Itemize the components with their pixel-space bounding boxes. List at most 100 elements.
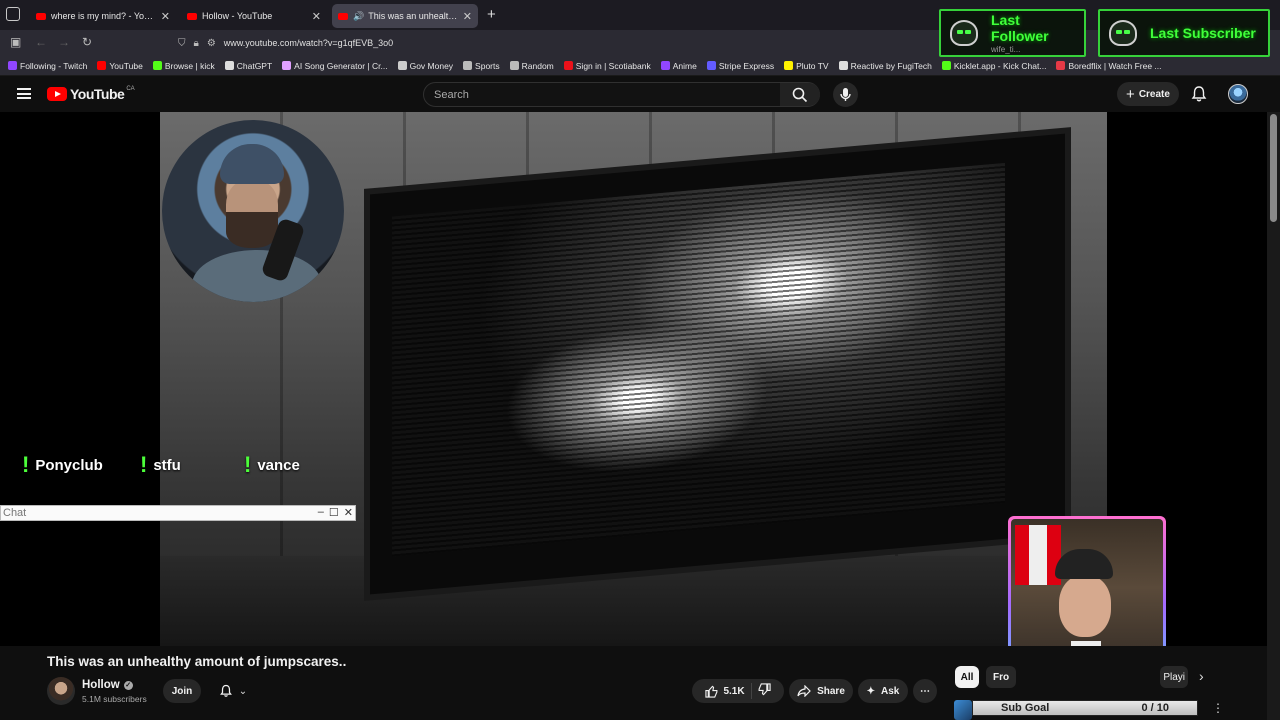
browser-tab-1[interactable]: where is my mind? - YouTube ✕ xyxy=(30,4,176,28)
audio-playing-icon[interactable]: 🔊 xyxy=(353,11,364,22)
bookmark-item[interactable]: YouTube xyxy=(97,61,143,71)
search-button[interactable] xyxy=(780,83,820,106)
bookmark-favicon-icon xyxy=(660,61,670,70)
shield-icon[interactable]: ⛉ xyxy=(178,38,186,49)
chat-window-titlebar[interactable]: Chat – ☐ ✕ xyxy=(0,505,356,521)
last-subscriber-title: Last Subscriber xyxy=(1150,25,1256,41)
search-input[interactable]: Search xyxy=(434,89,469,101)
bookmark-item[interactable]: ChatGPT xyxy=(224,60,273,71)
lock-icon[interactable]: 🔒︎ xyxy=(194,38,199,49)
scrollbar-thumb[interactable] xyxy=(1270,114,1277,222)
chat-window-title: Chat xyxy=(3,507,27,519)
forward-icon[interactable]: → xyxy=(58,35,70,49)
video-title: This was an unhealthy amount of jumpscar… xyxy=(47,654,347,669)
page-scrollbar[interactable] xyxy=(1267,112,1280,720)
bookmark-favicon-icon xyxy=(463,61,473,70)
exclamation-icon: ! xyxy=(22,452,30,477)
channel-name[interactable]: Hollow xyxy=(82,679,120,691)
sub-goal-label: Sub Goal xyxy=(1001,702,1050,714)
dislike-button[interactable] xyxy=(758,683,771,699)
url-text[interactable]: www.youtube.com/watch?v=g1qfEVB_3o0 xyxy=(224,38,393,48)
minimize-icon[interactable]: – xyxy=(318,506,324,519)
youtube-logo[interactable]: YouTube CA xyxy=(47,86,135,102)
bookmark-favicon-icon xyxy=(784,61,794,70)
sidebar-toggle-icon[interactable]: ▣ xyxy=(10,35,21,49)
menu-icon[interactable] xyxy=(17,88,31,99)
bookmark-label: Pluto TV xyxy=(796,60,829,71)
chip-playlist[interactable]: Playi xyxy=(1160,666,1188,688)
youtube-favicon-icon xyxy=(36,12,46,20)
bookmark-favicon-icon xyxy=(152,61,162,70)
bookmark-item[interactable]: Browse | kick xyxy=(152,60,215,71)
bell-icon[interactable] xyxy=(1190,85,1208,103)
bookmark-favicon-icon xyxy=(563,61,573,70)
bookmark-item[interactable]: Gov Money xyxy=(397,60,454,71)
bookmark-item[interactable]: Following - Twitch xyxy=(8,61,87,71)
close-tab-icon[interactable]: ✕ xyxy=(161,10,170,23)
reload-icon[interactable]: ↻ xyxy=(82,35,92,49)
bookmark-favicon-icon xyxy=(706,61,716,70)
bookmark-favicon-icon xyxy=(224,61,234,70)
bookmark-label: Kicklet.app - Kick Chat... xyxy=(953,60,1047,71)
bookmark-label: Reactive by FugiTech xyxy=(850,60,932,71)
close-tab-icon[interactable]: ✕ xyxy=(463,10,472,23)
like-icon xyxy=(705,685,718,698)
recommended-video-thumbnail[interactable] xyxy=(954,700,972,720)
browser-tab-2[interactable]: Hollow - YouTube ✕ xyxy=(181,4,327,28)
bookmark-item[interactable]: Random xyxy=(509,61,554,71)
bookmark-item[interactable]: Anime xyxy=(660,61,697,71)
bookmark-label: Browse | kick xyxy=(164,60,215,71)
channel-avatar[interactable] xyxy=(47,677,75,705)
search-icon xyxy=(792,87,808,103)
bookmark-label: Stripe Express xyxy=(718,60,775,71)
more-actions-button[interactable]: ⋯ xyxy=(913,679,937,703)
bookmark-item[interactable]: Sports xyxy=(463,61,500,71)
more-icon: ⋯ xyxy=(920,685,930,697)
streamer-logo-icon xyxy=(1106,16,1140,50)
chip-from[interactable]: Fro xyxy=(986,666,1016,688)
chip-all[interactable]: All xyxy=(955,666,979,688)
bookmark-item[interactable]: Kicklet.app - Kick Chat... xyxy=(941,60,1047,71)
bookmark-item[interactable]: Pluto TV xyxy=(784,60,829,71)
bookmark-label: Gov Money xyxy=(409,60,454,71)
like-button[interactable]: 5.1K xyxy=(705,685,745,698)
bookmark-item[interactable]: Reactive by FugiTech xyxy=(838,60,932,71)
back-icon[interactable]: ← xyxy=(35,35,47,49)
ask-button[interactable]: ✦ Ask xyxy=(858,679,908,703)
tab-title: This was an unhealthy amo xyxy=(368,11,459,21)
more-vertical-icon[interactable]: ⋮ xyxy=(1212,701,1224,715)
create-button[interactable]: + Create xyxy=(1117,82,1179,106)
share-button[interactable]: Share xyxy=(789,679,853,703)
bookmark-item[interactable]: Sign in | Scotiabank xyxy=(563,61,651,71)
bookmark-item[interactable]: AI Song Generator | Cr... xyxy=(282,61,388,71)
bookmark-label: Boredflix | Watch Free ... xyxy=(1068,60,1162,71)
exclamation-icon: ! xyxy=(244,452,252,477)
video-player[interactable]: ! Ponyclub ! stfu ! vance Chat – ☐ ✕ xyxy=(0,112,1267,646)
chevron-down-icon: ⌄ xyxy=(238,685,248,697)
notifications-dropdown[interactable]: ⌄ xyxy=(209,679,257,703)
browser-tab-strip: where is my mind? - YouTube ✕ Hollow - Y… xyxy=(0,0,1280,30)
close-icon[interactable]: ✕ xyxy=(344,506,353,519)
bookmark-item[interactable]: Stripe Express xyxy=(706,60,775,71)
youtube-wordmark: YouTube xyxy=(70,86,125,102)
close-tab-icon[interactable]: ✕ xyxy=(312,10,321,23)
create-label: Create xyxy=(1138,88,1170,100)
share-label: Share xyxy=(817,685,845,697)
browser-tab-3-active[interactable]: 🔊 This was an unhealthy amo ✕ xyxy=(332,4,478,28)
bookmark-item[interactable]: Boredflix | Watch Free ... xyxy=(1056,60,1162,71)
search-box[interactable]: Search xyxy=(423,82,820,107)
bookmark-favicon-icon xyxy=(509,61,519,70)
tab-list-icon[interactable] xyxy=(6,7,20,21)
bookmark-favicon-icon xyxy=(8,61,17,70)
new-tab-icon[interactable]: + xyxy=(487,6,496,23)
join-button[interactable]: Join xyxy=(163,679,201,703)
bookmark-label: ChatGPT xyxy=(236,60,273,71)
channel-name-row[interactable]: Hollow ✓ xyxy=(82,679,133,691)
bookmark-favicon-icon xyxy=(397,61,407,70)
account-avatar[interactable] xyxy=(1228,84,1248,104)
chevron-right-icon[interactable]: › xyxy=(1199,668,1204,684)
mic-icon xyxy=(840,88,851,101)
voice-search-button[interactable] xyxy=(833,82,858,107)
maximize-icon[interactable]: ☐ xyxy=(329,506,339,519)
permissions-icon[interactable]: ⚙ xyxy=(207,38,216,49)
